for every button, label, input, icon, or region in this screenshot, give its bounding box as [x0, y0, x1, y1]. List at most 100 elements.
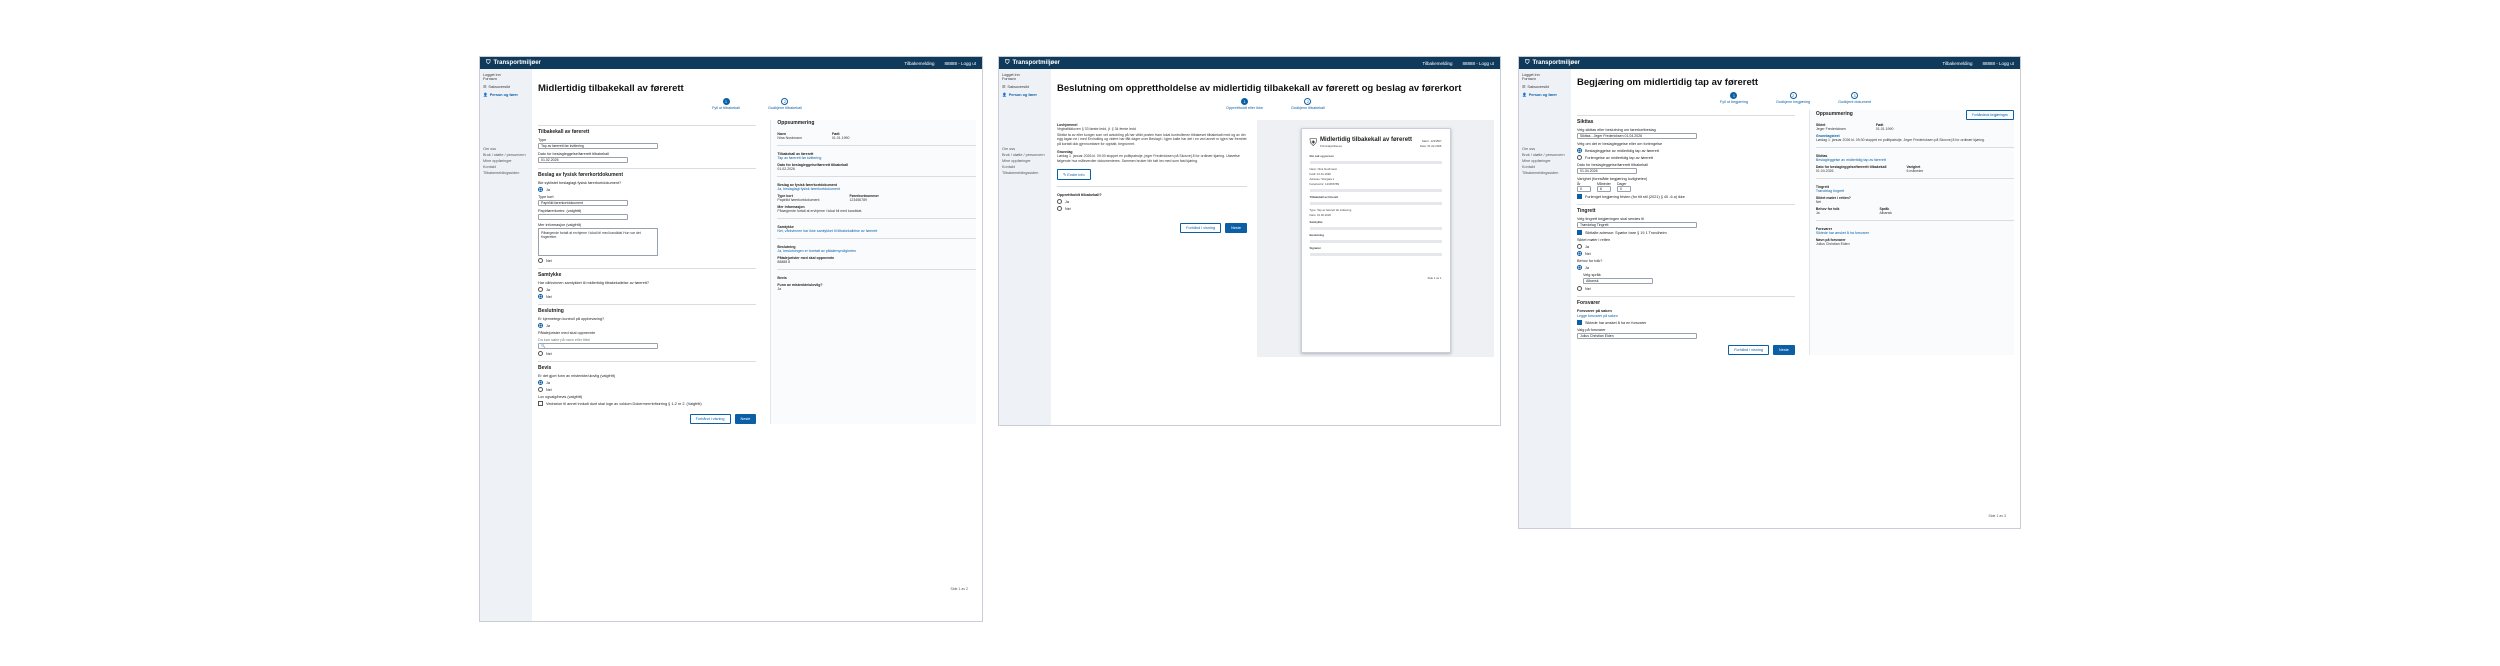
- brand-logo[interactable]: ⛉ Transportmiljøer: [486, 60, 541, 67]
- evidence-no[interactable]: Nei: [538, 387, 756, 392]
- summary: Oppsummering Navn Nina Nordmann Født 01.01…: [770, 120, 976, 424]
- subnav-bruk[interactable]: Bruk / støtte / personvern: [483, 153, 529, 157]
- keep-yes[interactable]: Ja: [1057, 199, 1247, 205]
- step-2[interactable]: 2 Godkjenn begjæring: [1776, 92, 1810, 104]
- subnav-kontakt[interactable]: Kontakt: [1002, 165, 1048, 169]
- interp-no[interactable]: Nei: [1577, 286, 1795, 291]
- subnav-bruk[interactable]: Bruk / støtte / personvern: [1002, 153, 1048, 157]
- edit-info-button[interactable]: ✎ Endre info: [1057, 169, 1091, 181]
- consent-no[interactable]: Nei: [538, 294, 756, 299]
- next-button[interactable]: Neste: [1225, 223, 1247, 234]
- date-input[interactable]: 01.04.2026: [1577, 168, 1637, 174]
- subnav-mine[interactable]: Mine oppføringer: [1522, 159, 1568, 163]
- subnav-kontakt[interactable]: Kontakt: [483, 165, 529, 169]
- basis-select[interactable]: Sikttas - Jeger Fredericksen 01.04.2026: [1577, 133, 1697, 139]
- subnav-kontakt[interactable]: Kontakt: [1522, 165, 1568, 169]
- nav-saksoversikt[interactable]: ☰ Saksoversikt: [483, 84, 529, 90]
- subnav-mine[interactable]: Mine oppføringer: [1002, 159, 1048, 163]
- keep-no[interactable]: Nei: [1057, 206, 1247, 212]
- nav-saksoversikt[interactable]: ☰ Saksoversikt: [1522, 84, 1568, 90]
- logout-link[interactable]: 88888 - Logg ut: [1462, 61, 1494, 66]
- deadline-check[interactable]: Forlenget begjæring fristen (for tilt st…: [1577, 194, 1795, 199]
- subnav-tilbakemelding[interactable]: Tilbakemeldingssiden: [1002, 171, 1048, 175]
- crest-icon: ⛨: [1309, 137, 1318, 149]
- decision-form: Lovhjemmel Vegtrafikkloven § 33 første l…: [1057, 120, 1247, 357]
- defender-check[interactable]: Siktede har ønsket å ha en forsvarer: [1577, 320, 1795, 325]
- opt-beslag[interactable]: Beslagleggelse av midlertidig tap av før…: [1577, 148, 1795, 153]
- step-1[interactable]: 1 Opprettholdt eller ikke: [1226, 98, 1263, 110]
- opt-forlengelse[interactable]: Forlengelse av midlertidig tap av førere…: [1577, 155, 1795, 160]
- summary: Oppsummering Forhåndsvis begjæringen Sik…: [1808, 110, 2014, 355]
- defender-select[interactable]: Julius Christian Elden: [1577, 333, 1697, 339]
- subnav-tilbakemelding[interactable]: Tilbakemeldingssiden: [1522, 171, 1568, 175]
- next-button[interactable]: Neste: [734, 414, 757, 424]
- months-input[interactable]: 6: [1597, 186, 1611, 192]
- screen-tilbakekall: ⛉ Transportmiljøer Tilbakemelding 88888 -…: [479, 56, 983, 622]
- decision-no[interactable]: Nei: [538, 351, 756, 356]
- subnav-mine[interactable]: Mine oppføringer: [483, 159, 529, 163]
- step-1[interactable]: 1 Fyll ut tilbakekall: [712, 98, 740, 110]
- doc-num-input[interactable]: [538, 214, 628, 220]
- subnav-om[interactable]: Om oss: [1002, 147, 1048, 151]
- preview-request-button[interactable]: Forhåndsvis begjæringen: [1966, 110, 2014, 120]
- years-input[interactable]: 0: [1577, 186, 1591, 192]
- search-input[interactable]: 🔍: [538, 343, 658, 349]
- feedback-link[interactable]: Tilbakemelding: [904, 61, 934, 66]
- subnav-bruk[interactable]: Bruk / støtte / personvern: [1522, 153, 1568, 157]
- legal-check[interactable]: Vedrarion til annet innkalt dunt skal lo…: [538, 401, 756, 406]
- phys-yes[interactable]: Ja: [538, 187, 756, 192]
- top-bar: ⛉ Transportmiljøer Tilbakemelding 88888 -…: [1519, 57, 2020, 69]
- logout-link[interactable]: 88888 - Logg ut: [1982, 61, 2014, 66]
- attend-no[interactable]: Nei: [1577, 251, 1795, 256]
- logout-link[interactable]: 88888 - Logg ut: [944, 61, 976, 66]
- sidebar: Logget inn Fornavn ☰ Saksoversikt 👤 Person…: [1519, 69, 1571, 528]
- evidence-yes[interactable]: Ja: [538, 380, 756, 385]
- feedback-link[interactable]: Tilbakemelding: [1422, 61, 1452, 66]
- preview-button[interactable]: Forhånd i visning: [1180, 223, 1222, 234]
- preview-button[interactable]: Forhånd i visning: [689, 414, 731, 424]
- main: Begjæring om midlertidig tap av førerett…: [1577, 69, 2014, 528]
- type-select[interactable]: Tap av førerett før kvittering: [538, 143, 658, 149]
- top-bar: ⛉ Transportmiljøer Tilbakemelding 88888 -…: [999, 57, 1500, 69]
- pencil-icon: ✎: [1063, 173, 1067, 178]
- preview-button[interactable]: Forhånd i visning: [1728, 345, 1769, 355]
- brand-logo[interactable]: ⛉ Transportmiljøer: [1525, 60, 1580, 67]
- person-icon: 👤: [483, 93, 488, 97]
- date-input[interactable]: 01.02.2026: [538, 157, 628, 163]
- subnav-om[interactable]: Om oss: [1522, 147, 1568, 151]
- court-select[interactable]: Trøndelag Tingrett: [1577, 222, 1697, 228]
- sidebar: Logget inn Fornavn ☰ Saksoversikt 👤 Person…: [999, 69, 1051, 425]
- phys-no[interactable]: Nei: [538, 258, 756, 263]
- days-input[interactable]: 0: [1617, 186, 1631, 192]
- step-3[interactable]: 3 Godkjent dokument: [1838, 92, 1871, 104]
- brand-logo[interactable]: ⛉ Transportmiljøer: [1005, 60, 1060, 67]
- nav-person[interactable]: 👤 Person og fører: [483, 92, 529, 98]
- subnav-tilbakemelding[interactable]: Tilbakemeldingssiden: [483, 171, 529, 175]
- add-defender-link[interactable]: Legge forsvarer på saken: [1577, 314, 1795, 318]
- feedback-link[interactable]: Tilbakemelding: [1942, 61, 1972, 66]
- step-2[interactable]: 2 Godkjenn tilbakekall: [768, 98, 802, 110]
- address-check[interactable]: Sikttalte adresse: Spørke bare § 19 1 Tr…: [1577, 230, 1795, 235]
- page-title: Midlertidig tilbakekall av førerett: [538, 83, 684, 94]
- subnav-om[interactable]: Om oss: [483, 147, 529, 151]
- search-icon: 🔍: [541, 344, 546, 348]
- stepper: 1 Fyll ut begjæring 2 Godkjenn begjæring 3…: [1577, 92, 2014, 104]
- shield-icon: ⛉: [1525, 59, 1530, 66]
- step-1[interactable]: 1 Fyll ut begjæring: [1720, 92, 1748, 104]
- nav-saksoversikt[interactable]: ☰ Saksoversikt: [1002, 84, 1048, 90]
- nav-person[interactable]: 👤 Person og fører: [1002, 92, 1048, 98]
- next-button[interactable]: Neste: [1772, 345, 1795, 355]
- interp-yes[interactable]: Ja: [1577, 265, 1795, 270]
- language-select[interactable]: Albansk: [1583, 278, 1653, 284]
- decision-yes[interactable]: Ja: [538, 323, 756, 328]
- subnav: Om oss Bruk / støtte / personvern Mine o…: [1002, 147, 1048, 175]
- screen-begjaering: ⛉ Transportmiljøer Tilbakemelding 88888 -…: [1518, 56, 2021, 529]
- doc-type-select[interactable]: Papirlikt førerkortdokument: [538, 200, 628, 206]
- step-2[interactable]: 2 Godkjenn tilbakekall: [1291, 98, 1325, 110]
- shield-icon: ⛉: [486, 59, 491, 66]
- attend-yes[interactable]: Ja: [1577, 244, 1795, 249]
- comment-textarea[interactable]: Pårørgende fortalt at ervhjeme i lokal b…: [538, 228, 658, 256]
- list-icon: ☰: [1522, 85, 1526, 89]
- nav-person[interactable]: 👤 Person og fører: [1522, 92, 1568, 98]
- consent-yes[interactable]: Ja: [538, 287, 756, 292]
